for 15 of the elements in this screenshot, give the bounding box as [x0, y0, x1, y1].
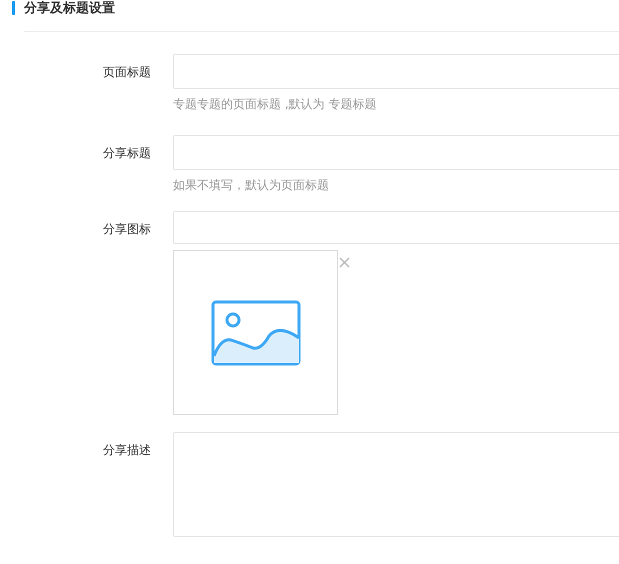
input-field[interactable] — [173, 135, 619, 170]
field-hint: 如果不填写，默认为页面标题 — [173, 177, 330, 194]
field-label: 分享标题 — [102, 145, 151, 162]
field-label: 页面标题 — [102, 64, 151, 81]
close-icon[interactable] — [339, 257, 350, 268]
field-label: 分享描述 — [102, 442, 151, 459]
input-field[interactable] — [173, 211, 619, 244]
input-field[interactable] — [173, 54, 619, 89]
section-title: 分享及标题设置 — [24, 0, 115, 17]
accent-bar — [12, 1, 15, 15]
image-upload-box[interactable] — [173, 250, 338, 415]
image-placeholder-icon — [210, 300, 300, 366]
field-label: 分享图标 — [102, 221, 151, 238]
field-hint: 专题专题的页面标题 ,默认为 专题标题 — [173, 96, 378, 113]
textarea-field[interactable] — [173, 432, 619, 537]
